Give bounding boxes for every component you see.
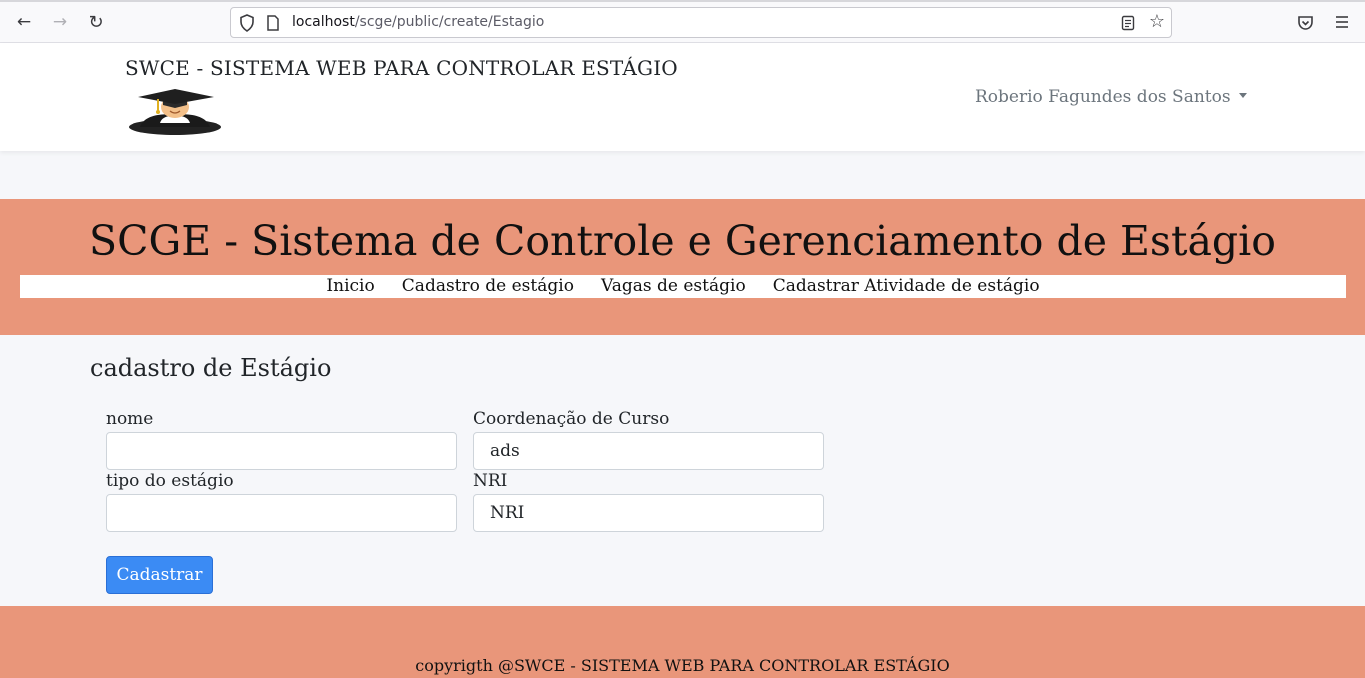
coordenacao-label: Coordenação de Curso [473,409,670,429]
tipo-label: tipo do estágio [106,471,234,491]
banner: SCGE - Sistema de Controle e Gerenciamen… [0,199,1365,335]
graduation-cap-logo[interactable] [128,87,224,139]
cadastrar-button[interactable]: Cadastrar [106,556,213,594]
nav-cadastrar-atividade[interactable]: Cadastrar Atividade de estágio [773,275,1040,298]
url-path: /scge/public/create/Estagio [354,14,545,30]
url-host: localhost [292,14,355,30]
back-arrow-icon[interactable]: ← [13,11,35,33]
bookmark-star-icon[interactable]: ☆ [1149,11,1165,32]
browser-toolbar: ← → ↻ localhost/scge/public/create/Estag… [0,0,1365,43]
coordenacao-input[interactable] [473,432,824,470]
nome-input[interactable] [106,432,457,470]
site-header: SWCE - SISTEMA WEB PARA CONTROLAR ESTÁGI… [0,43,1365,151]
hamburger-menu-icon[interactable] [1334,14,1350,30]
address-bar[interactable]: localhost/scge/public/create/Estagio ☆ [230,7,1172,38]
caret-down-icon [1238,93,1247,98]
nav-cadastro-estagio[interactable]: Cadastro de estágio [402,275,574,298]
nri-input[interactable] [473,494,824,532]
nri-label: NRI [473,471,508,491]
footer-copyright: copyrigth @SWCE - SISTEMA WEB PARA CONTR… [415,656,950,675]
shield-icon[interactable] [239,14,255,32]
footer: copyrigth @SWCE - SISTEMA WEB PARA CONTR… [0,606,1365,678]
tipo-input[interactable] [106,494,457,532]
nav-inicio[interactable]: Inicio [326,275,374,298]
user-dropdown[interactable]: Roberio Fagundes dos Santos [975,87,1247,107]
brand-title[interactable]: SWCE - SISTEMA WEB PARA CONTROLAR ESTÁGI… [125,56,678,80]
nav-vagas-estagio[interactable]: Vagas de estágio [601,275,746,298]
forward-arrow-icon[interactable]: → [49,11,71,33]
reader-view-icon[interactable] [1121,15,1135,31]
nome-label: nome [106,409,154,429]
main-nav: Inicio Cadastro de estágio Vagas de está… [20,275,1346,298]
page-icon [267,15,279,31]
banner-title: SCGE - Sistema de Controle e Gerenciamen… [89,217,1276,265]
url-text[interactable]: localhost/scge/public/create/Estagio [292,14,544,30]
pocket-icon[interactable] [1297,15,1314,31]
page-title: cadastro de Estágio [90,354,332,382]
reload-icon[interactable]: ↻ [85,11,107,33]
user-name: Roberio Fagundes dos Santos [975,87,1231,107]
